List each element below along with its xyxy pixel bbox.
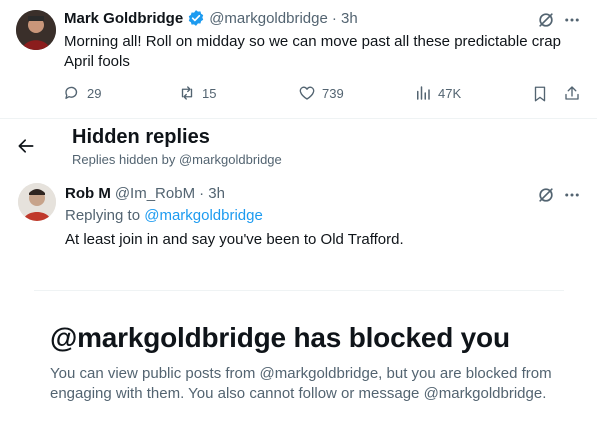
blocked-description: You can view public posts from @markgold… bbox=[50, 364, 590, 404]
share-button[interactable] bbox=[562, 83, 582, 103]
reply-author-handle[interactable]: @Im_RobM bbox=[115, 185, 195, 202]
page-subtitle: Replies hidden by @markgoldbridge bbox=[72, 152, 282, 167]
reply-count: 29 bbox=[87, 85, 102, 101]
reply-text: At least join in and say you've been to … bbox=[65, 231, 404, 248]
blocked-text-line: You can view public posts from @markgold… bbox=[50, 365, 552, 382]
repost-count: 15 bbox=[202, 85, 217, 101]
bookmark-icon bbox=[534, 86, 546, 102]
views-count: 47K bbox=[438, 85, 462, 101]
heart-icon bbox=[299, 86, 315, 100]
reply-icon bbox=[65, 86, 78, 99]
bookmark-button[interactable] bbox=[530, 84, 550, 104]
repost-button[interactable]: 15 bbox=[178, 84, 216, 102]
replying-to-label: Replying to bbox=[65, 207, 141, 224]
blocked-title: @markgoldbridge has blocked you bbox=[50, 322, 510, 353]
replying-to: Replying to @markgoldbridge bbox=[65, 207, 263, 224]
share-icon bbox=[565, 86, 579, 100]
reply-time[interactable]: · 3h bbox=[199, 185, 225, 202]
page-title: Hidden replies bbox=[72, 126, 210, 148]
post-time[interactable]: · 3h bbox=[332, 10, 358, 27]
avatar[interactable] bbox=[16, 10, 56, 50]
reply-author: Rob M @Im_RobM · 3h bbox=[65, 185, 225, 202]
repost-icon bbox=[181, 86, 193, 100]
divider bbox=[34, 290, 564, 291]
like-button[interactable]: 739 bbox=[298, 84, 344, 102]
replying-to-link[interactable]: @markgoldbridge bbox=[144, 207, 263, 224]
post-author: Mark Goldbridge @markgoldbridge · 3h bbox=[64, 9, 358, 27]
back-arrow-icon[interactable] bbox=[14, 134, 38, 158]
author-handle[interactable]: @markgoldbridge bbox=[209, 10, 328, 27]
post-text-line: Morning all! Roll on midday so we can mo… bbox=[64, 33, 561, 50]
post-text-line: April fools bbox=[64, 53, 130, 70]
reply-avatar[interactable] bbox=[18, 183, 56, 221]
grok-icon[interactable] bbox=[534, 183, 558, 207]
reply-avatar-image bbox=[18, 183, 56, 221]
reply-button[interactable]: 29 bbox=[63, 84, 101, 102]
more-options-icon[interactable] bbox=[560, 183, 584, 207]
views-button[interactable]: 47K bbox=[414, 84, 461, 102]
post-text: Morning all! Roll on midday so we can mo… bbox=[64, 32, 584, 72]
grok-icon[interactable] bbox=[534, 8, 558, 32]
divider bbox=[0, 118, 597, 119]
author-name[interactable]: Mark Goldbridge bbox=[64, 10, 183, 27]
more-options-icon[interactable] bbox=[560, 8, 584, 32]
views-icon bbox=[417, 86, 430, 100]
avatar-image bbox=[16, 10, 56, 50]
like-count: 739 bbox=[322, 85, 344, 101]
verified-icon bbox=[187, 9, 205, 27]
reply-author-name[interactable]: Rob M bbox=[65, 185, 111, 202]
blocked-text-line: engaging with them. You also cannot foll… bbox=[50, 385, 547, 402]
